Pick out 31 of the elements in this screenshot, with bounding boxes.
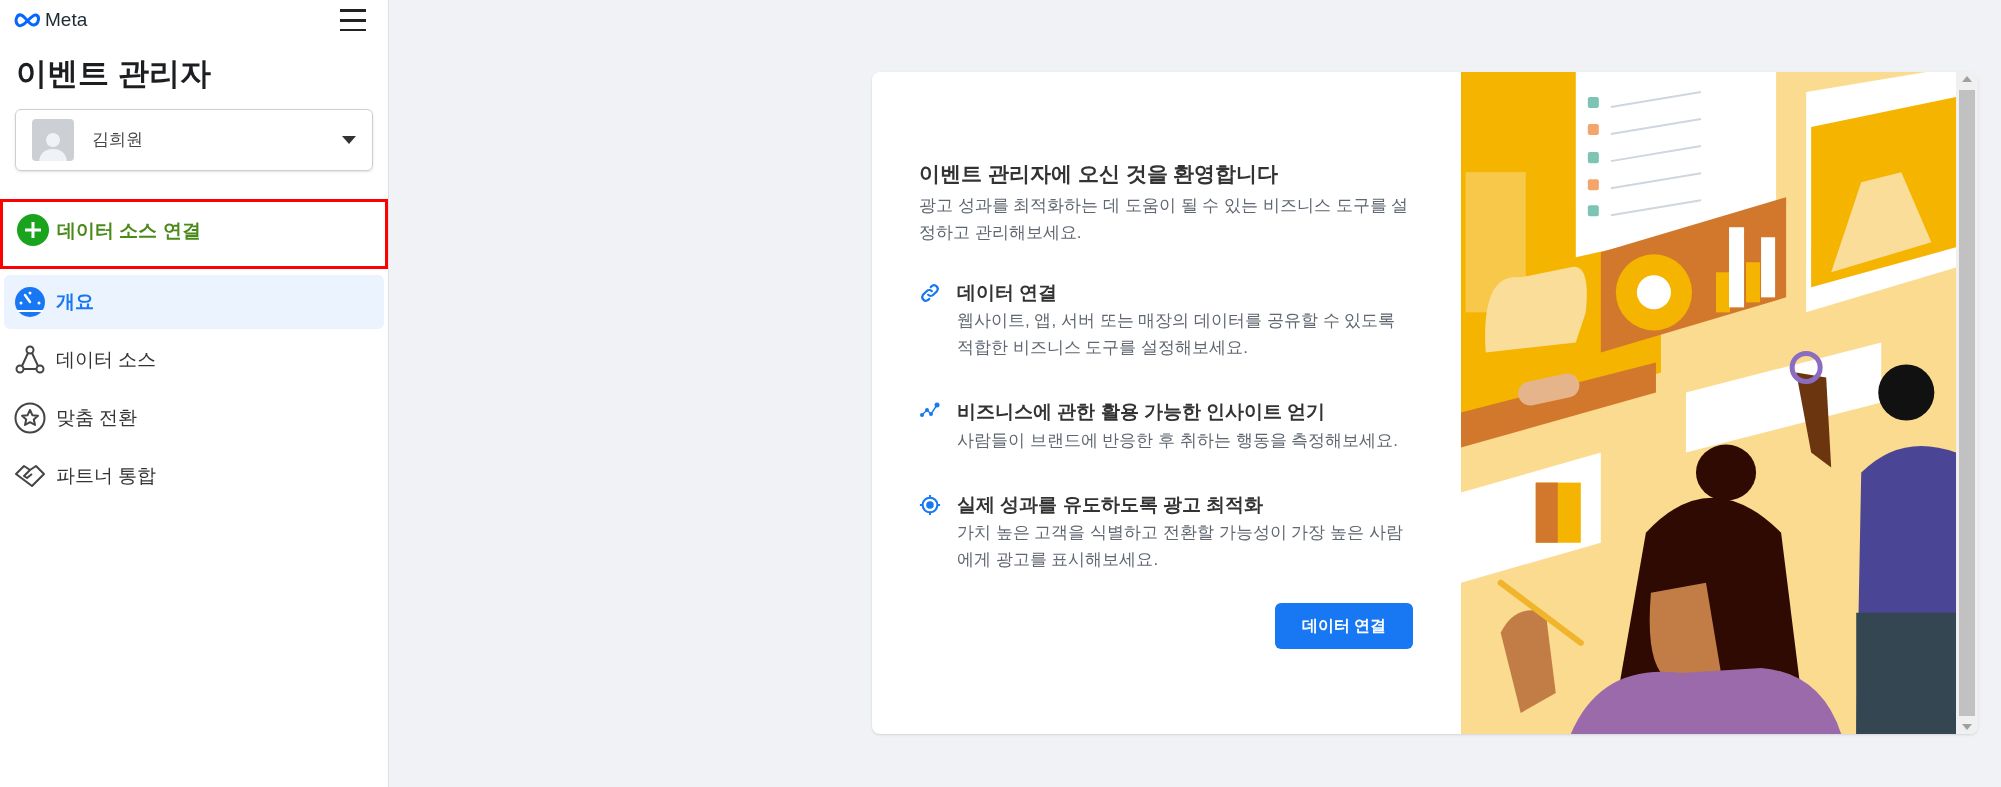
scroll-up-arrow-icon[interactable] <box>1962 76 1972 82</box>
account-name: 김희원 <box>92 129 144 152</box>
gauge-icon <box>14 286 46 318</box>
connect-data-button[interactable]: 데이터 연결 <box>1275 603 1413 649</box>
caret-icon <box>342 136 356 144</box>
target-icon <box>919 493 941 516</box>
network-icon <box>14 344 46 376</box>
nav-item[interactable]: 개요 <box>4 275 384 329</box>
scrollbar[interactable] <box>1956 72 1978 734</box>
feature-title: 데이터 연결 <box>957 280 1059 305</box>
welcome-description: 광고 성과를 최적화하는 데 도움이 될 수 있는 비즈니스 도구를 설정하고 관리해보세요. <box>919 194 1410 244</box>
feature-description: 가치 높은 고객을 식별하고 전환할 가능성이 가장 높은 사람에게 광고를 표시해보세요. <box>957 522 1404 571</box>
nav-item[interactable]: 파트너 통합 <box>4 449 384 503</box>
nav-item[interactable]: 맞춤 전환 <box>4 391 384 445</box>
welcome-title: 이벤트 관리자에 오신 것을 환영합니다 <box>919 161 1280 187</box>
nav-item[interactable]: 데이터 소스 <box>4 333 384 387</box>
avatar-icon <box>32 119 74 161</box>
feature-description: 웹사이트, 앱, 서버 또는 매장의 데이터를 공유할 수 있도록 적합한 비즈니스 도구를 설정해보세요. <box>957 310 1397 359</box>
logo-text: Meta <box>45 8 88 32</box>
link-icon <box>919 281 941 304</box>
connect-data-source-button[interactable]: 데이터 소스 연결 <box>0 199 388 269</box>
feature-title: 비즈니스에 관한 활용 가능한 인사이트 얻기 <box>957 400 1327 424</box>
handshake-icon <box>14 462 46 490</box>
feature-description: 사람들이 브랜드에 반응한 후 취하는 행동을 측정해보세요. <box>957 429 1399 452</box>
logo-icon <box>14 12 42 29</box>
feature-title: 실제 성과를 유도하도록 광고 최적화 <box>957 492 1265 517</box>
page-title: 이벤트 관리자 <box>15 54 212 93</box>
scatter-chart-icon <box>919 401 941 419</box>
account-selector[interactable]: 김희원 <box>15 109 373 171</box>
scroll-down-arrow-icon[interactable] <box>1962 724 1972 730</box>
plus-icon <box>17 214 49 246</box>
